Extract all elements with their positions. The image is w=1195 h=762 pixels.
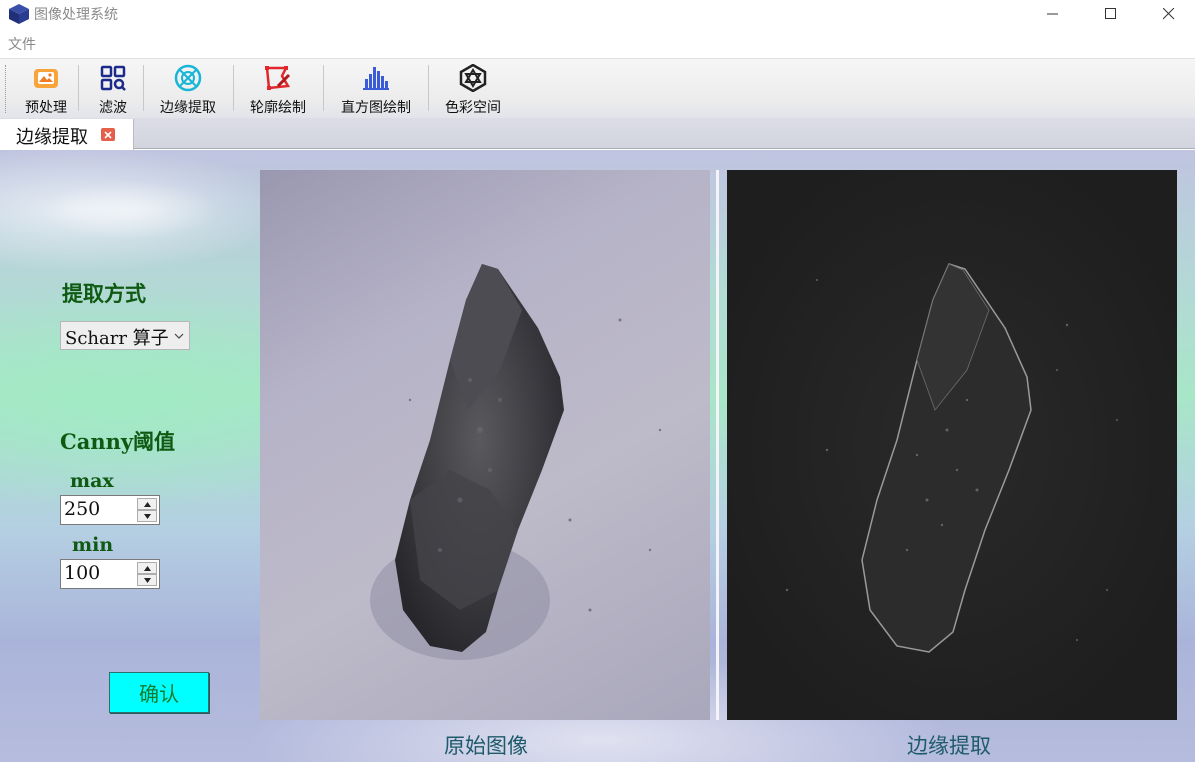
toolbar-button-histogram[interactable]: 直方图绘制 bbox=[335, 63, 417, 117]
close-button[interactable] bbox=[1140, 0, 1195, 28]
toolbar-button-contour[interactable]: 轮廓绘制 bbox=[244, 63, 312, 117]
min-threshold-value: 100 bbox=[64, 562, 101, 584]
minimize-icon bbox=[1047, 13, 1058, 15]
app-cube-icon bbox=[8, 3, 30, 25]
min-increment-button[interactable] bbox=[137, 562, 157, 574]
toolbar-grip[interactable] bbox=[5, 65, 8, 113]
edge-extract-panel: 提取方式 Scharr 算子 Canny阈值 max 250 min 100 确… bbox=[0, 150, 1195, 762]
toolbar-separator bbox=[323, 65, 324, 111]
arrow-up-icon bbox=[143, 565, 151, 571]
arrow-up-icon bbox=[143, 501, 151, 507]
title-bar: 图像处理系统 bbox=[0, 0, 1195, 28]
method-select-value: Scharr 算子 bbox=[65, 328, 169, 349]
original-image bbox=[260, 170, 710, 720]
close-icon bbox=[1163, 8, 1175, 20]
toolbar-button-edge-extract[interactable]: 边缘提取 bbox=[154, 63, 222, 117]
toolbar-separator bbox=[233, 65, 234, 111]
tab-label: 边缘提取 bbox=[16, 127, 88, 148]
maximize-button[interactable] bbox=[1082, 0, 1140, 28]
max-increment-button[interactable] bbox=[137, 498, 157, 510]
edge-photo bbox=[785, 263, 1118, 653]
method-label: 提取方式 bbox=[62, 281, 146, 306]
image-icon bbox=[31, 63, 61, 93]
arrow-down-icon bbox=[143, 513, 151, 519]
color-space-icon bbox=[458, 63, 488, 93]
maximize-icon bbox=[1105, 8, 1116, 19]
chevron-down-icon bbox=[174, 333, 184, 339]
tab-edge-extract[interactable]: 边缘提取 bbox=[0, 119, 134, 150]
original-image-caption: 原始图像 bbox=[444, 734, 528, 758]
toolbar-label: 轮廓绘制 bbox=[250, 100, 306, 116]
arrow-down-icon bbox=[143, 577, 151, 583]
max-threshold-spinbox[interactable]: 250 bbox=[60, 495, 160, 525]
toolbar-separator bbox=[428, 65, 429, 111]
max-label: max bbox=[70, 470, 114, 492]
toolbar-separator bbox=[143, 65, 144, 111]
polygon-pen-icon bbox=[263, 63, 293, 93]
min-label: min bbox=[72, 534, 114, 556]
max-threshold-value: 250 bbox=[64, 498, 101, 520]
min-threshold-spinbox[interactable]: 100 bbox=[60, 559, 160, 589]
grid-search-icon bbox=[98, 63, 128, 93]
toolbar-button-color-space[interactable]: 色彩空间 bbox=[440, 63, 506, 117]
edge-image-caption: 边缘提取 bbox=[907, 734, 991, 758]
toolbar-label: 直方图绘制 bbox=[341, 100, 411, 116]
toolbar-label: 色彩空间 bbox=[445, 100, 501, 116]
edge-image bbox=[727, 170, 1177, 720]
toolbar: 预处理 滤波 边缘提取 轮廓绘制 直方图绘制 色彩空间 bbox=[0, 58, 1195, 118]
toolbar-label: 预处理 bbox=[25, 100, 67, 116]
menu-bar: 文件 bbox=[0, 28, 1195, 58]
tab-close-icon[interactable] bbox=[101, 128, 115, 141]
edge-circle-icon bbox=[173, 63, 203, 93]
max-decrement-button[interactable] bbox=[137, 510, 157, 522]
menu-file[interactable]: 文件 bbox=[8, 34, 36, 54]
toolbar-label: 滤波 bbox=[99, 100, 127, 116]
toolbar-separator bbox=[78, 65, 79, 111]
window-title: 图像处理系统 bbox=[34, 7, 118, 23]
minimize-button[interactable] bbox=[1024, 0, 1082, 28]
canny-threshold-label: Canny阈值 bbox=[60, 429, 176, 454]
toolbar-button-preprocess[interactable]: 预处理 bbox=[18, 63, 74, 117]
confirm-label: 确认 bbox=[139, 682, 179, 706]
confirm-button[interactable]: 确认 bbox=[109, 672, 209, 713]
rock-photo bbox=[370, 264, 662, 660]
min-decrement-button[interactable] bbox=[137, 574, 157, 586]
method-select[interactable]: Scharr 算子 bbox=[60, 321, 190, 350]
toolbar-label: 边缘提取 bbox=[160, 100, 216, 116]
toolbar-button-filter[interactable]: 滤波 bbox=[90, 63, 136, 117]
tab-strip: 边缘提取 bbox=[0, 118, 1195, 150]
histogram-icon bbox=[361, 63, 391, 93]
background-mist bbox=[40, 180, 220, 240]
image-divider bbox=[716, 170, 719, 720]
